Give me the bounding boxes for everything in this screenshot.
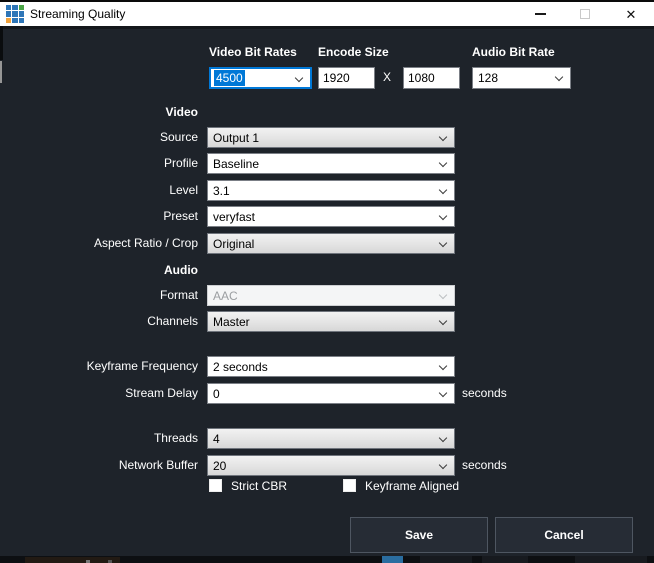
close-icon: ✕: [626, 8, 637, 21]
audio-bit-rate-label: Audio Bit Rate: [472, 45, 555, 59]
network-buffer-units: seconds: [462, 455, 507, 476]
preset-value: veryfast: [213, 210, 255, 224]
format-value: AAC: [213, 289, 238, 303]
profile-label: Profile: [0, 153, 198, 174]
channels-value: Master: [213, 315, 250, 329]
chevron-down-icon: [439, 186, 447, 194]
format-label: Format: [0, 285, 198, 306]
network-buffer-label: Network Buffer: [0, 455, 198, 476]
network-buffer-value: 20: [213, 459, 226, 473]
audio-bit-rate-select[interactable]: 128: [472, 67, 571, 89]
checkbox-box-icon: [209, 479, 222, 492]
close-button[interactable]: ✕: [616, 2, 646, 26]
screen-edge-artifact: [0, 26, 3, 60]
strict-cbr-label: Strict CBR: [231, 479, 287, 493]
keyframe-frequency-label: Keyframe Frequency: [0, 356, 198, 377]
video-bit-rate-value: 4500: [214, 70, 245, 86]
preset-label: Preset: [0, 206, 198, 227]
chevron-down-icon: [439, 159, 447, 167]
screen-edge-artifact: [0, 61, 2, 83]
encode-height-input[interactable]: [403, 67, 460, 89]
chevron-down-icon: [439, 133, 447, 141]
chevron-down-icon: [439, 317, 447, 325]
chevron-down-icon: [439, 461, 447, 469]
channels-label: Channels: [0, 311, 198, 332]
network-buffer-select[interactable]: 20: [207, 455, 455, 476]
chevron-down-icon: [439, 434, 447, 442]
threads-select[interactable]: 4: [207, 428, 455, 449]
desktop-artifact: [420, 556, 472, 563]
video-section-header: Video: [0, 104, 198, 120]
profile-select[interactable]: Baseline: [207, 153, 455, 174]
checkbox-box-icon: [343, 479, 356, 492]
strict-cbr-checkbox[interactable]: Strict CBR: [209, 478, 287, 493]
chevron-down-icon: [439, 212, 447, 220]
audio-bit-rate-value: 128: [478, 71, 498, 85]
desktop-artifact: [482, 556, 528, 563]
threads-value: 4: [213, 432, 220, 446]
titlebar: Streaming Quality ✕: [0, 0, 654, 26]
source-value: Output 1: [213, 131, 259, 145]
stream-delay-label: Stream Delay: [0, 383, 198, 404]
chevron-down-icon: [439, 389, 447, 397]
threads-label: Threads: [0, 428, 198, 449]
level-value: 3.1: [213, 184, 230, 198]
channels-select[interactable]: Master: [207, 311, 455, 332]
chevron-down-icon: [555, 73, 563, 81]
video-bit-rate-select[interactable]: 4500: [209, 67, 312, 89]
desktop-artifact: [575, 556, 647, 563]
aspect-ratio-crop-label: Aspect Ratio / Crop: [0, 233, 198, 254]
desktop-artifact: [382, 556, 403, 563]
stream-delay-select[interactable]: 0: [207, 383, 455, 404]
maximize-icon: [580, 9, 590, 19]
keyframe-aligned-label: Keyframe Aligned: [365, 479, 459, 493]
format-select: AAC: [207, 285, 455, 306]
encode-width-input[interactable]: [318, 67, 375, 89]
save-button[interactable]: Save: [350, 517, 488, 553]
chevron-down-icon: [439, 239, 447, 247]
window-title: Streaming Quality: [30, 2, 125, 26]
aspect-ratio-crop-select[interactable]: Original: [207, 233, 455, 254]
audio-section-header: Audio: [0, 262, 198, 278]
minimize-button[interactable]: [525, 2, 555, 26]
keyframe-frequency-select[interactable]: 2 seconds: [207, 356, 455, 377]
titlebar-shadow: [0, 26, 654, 29]
level-label: Level: [0, 180, 198, 201]
stream-delay-value: 0: [213, 387, 220, 401]
preset-select[interactable]: veryfast: [207, 206, 455, 227]
encode-size-separator: X: [383, 70, 391, 84]
profile-value: Baseline: [213, 157, 259, 171]
chevron-down-icon: [295, 74, 303, 82]
cancel-button[interactable]: Cancel: [495, 517, 633, 553]
desktop-artifact: [25, 557, 120, 563]
vmix-logo-icon: [6, 5, 24, 23]
encode-size-label: Encode Size: [318, 45, 389, 59]
source-label: Source: [0, 127, 198, 148]
chevron-down-icon: [439, 362, 447, 370]
maximize-button: [570, 2, 600, 26]
desktop-strip: [0, 556, 654, 563]
level-select[interactable]: 3.1: [207, 180, 455, 201]
source-select[interactable]: Output 1: [207, 127, 455, 148]
streaming-quality-window: Streaming Quality ✕ Video Bit Rates Enco…: [0, 0, 654, 563]
keyframe-aligned-checkbox[interactable]: Keyframe Aligned: [343, 478, 459, 493]
keyframe-frequency-value: 2 seconds: [213, 360, 268, 374]
video-bit-rates-label: Video Bit Rates: [209, 45, 297, 59]
stream-delay-units: seconds: [462, 383, 507, 404]
chevron-down-icon: [439, 291, 447, 299]
minimize-icon: [535, 13, 546, 15]
aspect-ratio-crop-value: Original: [213, 237, 254, 251]
